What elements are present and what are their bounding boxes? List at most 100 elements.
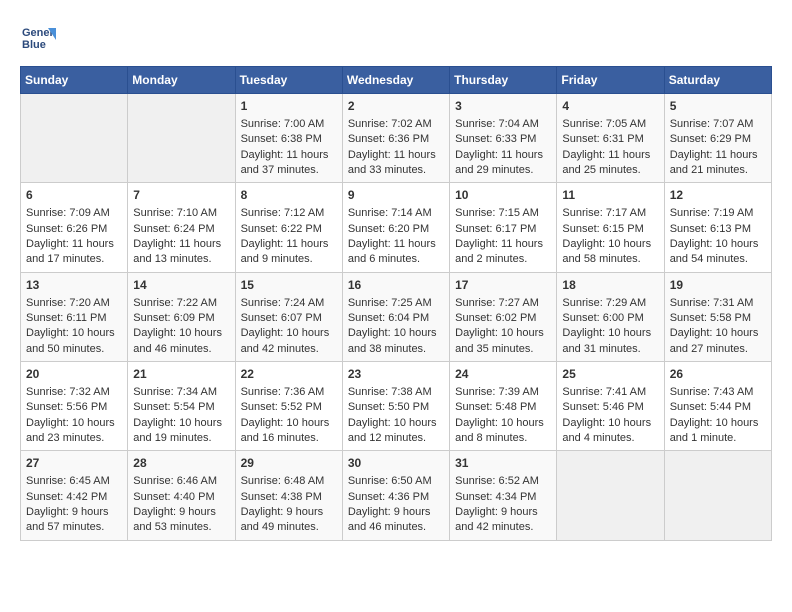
daylight-text: Daylight: 10 hours and 4 minutes. xyxy=(562,416,658,447)
day-number: 22 xyxy=(241,366,337,383)
sunset-text: Sunset: 5:52 PM xyxy=(241,400,337,415)
daylight-text: Daylight: 11 hours and 33 minutes. xyxy=(348,148,444,179)
week-row-5: 27Sunrise: 6:45 AMSunset: 4:42 PMDayligh… xyxy=(21,451,772,540)
day-cell: 3Sunrise: 7:04 AMSunset: 6:33 PMDaylight… xyxy=(450,94,557,183)
daylight-text: Daylight: 10 hours and 54 minutes. xyxy=(670,237,766,268)
day-number: 28 xyxy=(133,455,229,472)
daylight-text: Daylight: 11 hours and 17 minutes. xyxy=(26,237,122,268)
day-cell: 10Sunrise: 7:15 AMSunset: 6:17 PMDayligh… xyxy=(450,183,557,272)
sunset-text: Sunset: 6:36 PM xyxy=(348,132,444,147)
sunset-text: Sunset: 6:04 PM xyxy=(348,311,444,326)
day-cell: 2 Sunrise: 7:02 AMSunset: 6:36 PMDaylight… xyxy=(342,94,449,183)
day-number: 13 xyxy=(26,277,122,294)
sunset-text: Sunset: 5:54 PM xyxy=(133,400,229,415)
sunrise-text: Sunrise: 6:52 AM xyxy=(455,474,551,489)
header-cell-friday: Friday xyxy=(557,67,664,94)
week-row-1: 1Sunrise: 7:00 AMSunset: 6:38 PMDaylight… xyxy=(21,94,772,183)
day-cell xyxy=(21,94,128,183)
daylight-text: Daylight: 9 hours and 42 minutes. xyxy=(455,505,551,536)
sunset-text: Sunset: 6:20 PM xyxy=(348,222,444,237)
sunset-text: Sunset: 5:46 PM xyxy=(562,400,658,415)
sunset-text: Sunset: 6:07 PM xyxy=(241,311,337,326)
day-cell: 1Sunrise: 7:00 AMSunset: 6:38 PMDaylight… xyxy=(235,94,342,183)
sunset-text: Sunset: 6:33 PM xyxy=(455,132,551,147)
sunrise-text: Sunrise: 7:38 AM xyxy=(348,385,444,400)
day-number: 2 xyxy=(348,98,444,115)
sunrise-text: Sunrise: 7:02 AM xyxy=(348,117,444,132)
sunset-text: Sunset: 5:56 PM xyxy=(26,400,122,415)
logo-icon: General Blue xyxy=(20,20,56,56)
sunrise-text: Sunrise: 7:19 AM xyxy=(670,206,766,221)
sunrise-text: Sunrise: 7:07 AM xyxy=(670,117,766,132)
day-cell xyxy=(664,451,771,540)
sunrise-text: Sunrise: 7:05 AM xyxy=(562,117,658,132)
daylight-text: Daylight: 9 hours and 53 minutes. xyxy=(133,505,229,536)
sunrise-text: Sunrise: 7:22 AM xyxy=(133,296,229,311)
sunset-text: Sunset: 4:42 PM xyxy=(26,490,122,505)
sunset-text: Sunset: 6:09 PM xyxy=(133,311,229,326)
day-number: 4 xyxy=(562,98,658,115)
day-cell: 17Sunrise: 7:27 AMSunset: 6:02 PMDayligh… xyxy=(450,272,557,361)
sunrise-text: Sunrise: 7:14 AM xyxy=(348,206,444,221)
daylight-text: Daylight: 11 hours and 13 minutes. xyxy=(133,237,229,268)
daylight-text: Daylight: 10 hours and 16 minutes. xyxy=(241,416,337,447)
calendar-table: SundayMondayTuesdayWednesdayThursdayFrid… xyxy=(20,66,772,541)
day-number: 24 xyxy=(455,366,551,383)
daylight-text: Daylight: 10 hours and 42 minutes. xyxy=(241,326,337,357)
sunset-text: Sunset: 6:02 PM xyxy=(455,311,551,326)
day-number: 29 xyxy=(241,455,337,472)
sunset-text: Sunset: 4:40 PM xyxy=(133,490,229,505)
sunset-text: Sunset: 6:31 PM xyxy=(562,132,658,147)
day-cell: 20Sunrise: 7:32 AMSunset: 5:56 PMDayligh… xyxy=(21,362,128,451)
sunrise-text: Sunrise: 6:45 AM xyxy=(26,474,122,489)
header-row: SundayMondayTuesdayWednesdayThursdayFrid… xyxy=(21,67,772,94)
page-header: General Blue xyxy=(20,20,772,56)
daylight-text: Daylight: 10 hours and 31 minutes. xyxy=(562,326,658,357)
sunset-text: Sunset: 4:38 PM xyxy=(241,490,337,505)
day-cell: 5Sunrise: 7:07 AMSunset: 6:29 PMDaylight… xyxy=(664,94,771,183)
day-cell: 4Sunrise: 7:05 AMSunset: 6:31 PMDaylight… xyxy=(557,94,664,183)
sunrise-text: Sunrise: 7:34 AM xyxy=(133,385,229,400)
sunrise-text: Sunrise: 7:09 AM xyxy=(26,206,122,221)
day-number: 7 xyxy=(133,187,229,204)
sunrise-text: Sunrise: 7:17 AM xyxy=(562,206,658,221)
sunrise-text: Sunrise: 7:43 AM xyxy=(670,385,766,400)
day-cell: 22Sunrise: 7:36 AMSunset: 5:52 PMDayligh… xyxy=(235,362,342,451)
sunset-text: Sunset: 6:15 PM xyxy=(562,222,658,237)
day-cell: 26Sunrise: 7:43 AMSunset: 5:44 PMDayligh… xyxy=(664,362,771,451)
day-number: 9 xyxy=(348,187,444,204)
day-cell: 21Sunrise: 7:34 AMSunset: 5:54 PMDayligh… xyxy=(128,362,235,451)
day-cell: 23Sunrise: 7:38 AMSunset: 5:50 PMDayligh… xyxy=(342,362,449,451)
sunset-text: Sunset: 6:00 PM xyxy=(562,311,658,326)
day-cell: 27Sunrise: 6:45 AMSunset: 4:42 PMDayligh… xyxy=(21,451,128,540)
sunrise-text: Sunrise: 6:46 AM xyxy=(133,474,229,489)
day-number: 31 xyxy=(455,455,551,472)
sunrise-text: Sunrise: 7:27 AM xyxy=(455,296,551,311)
day-number: 5 xyxy=(670,98,766,115)
sunrise-text: Sunrise: 7:04 AM xyxy=(455,117,551,132)
day-cell: 11Sunrise: 7:17 AMSunset: 6:15 PMDayligh… xyxy=(557,183,664,272)
sunrise-text: Sunrise: 7:29 AM xyxy=(562,296,658,311)
daylight-text: Daylight: 9 hours and 57 minutes. xyxy=(26,505,122,536)
sunset-text: Sunset: 6:24 PM xyxy=(133,222,229,237)
sunset-text: Sunset: 5:48 PM xyxy=(455,400,551,415)
day-cell: 9Sunrise: 7:14 AMSunset: 6:20 PMDaylight… xyxy=(342,183,449,272)
day-cell: 30Sunrise: 6:50 AMSunset: 4:36 PMDayligh… xyxy=(342,451,449,540)
daylight-text: Daylight: 10 hours and 35 minutes. xyxy=(455,326,551,357)
header-cell-monday: Monday xyxy=(128,67,235,94)
day-number: 19 xyxy=(670,277,766,294)
day-number: 10 xyxy=(455,187,551,204)
day-number: 6 xyxy=(26,187,122,204)
sunset-text: Sunset: 4:34 PM xyxy=(455,490,551,505)
sunset-text: Sunset: 4:36 PM xyxy=(348,490,444,505)
daylight-text: Daylight: 11 hours and 21 minutes. xyxy=(670,148,766,179)
daylight-text: Daylight: 10 hours and 23 minutes. xyxy=(26,416,122,447)
day-number: 23 xyxy=(348,366,444,383)
day-cell: 14Sunrise: 7:22 AMSunset: 6:09 PMDayligh… xyxy=(128,272,235,361)
day-cell: 29Sunrise: 6:48 AMSunset: 4:38 PMDayligh… xyxy=(235,451,342,540)
day-number: 30 xyxy=(348,455,444,472)
sunset-text: Sunset: 6:13 PM xyxy=(670,222,766,237)
sunrise-text: Sunrise: 7:15 AM xyxy=(455,206,551,221)
sunset-text: Sunset: 6:22 PM xyxy=(241,222,337,237)
daylight-text: Daylight: 11 hours and 2 minutes. xyxy=(455,237,551,268)
